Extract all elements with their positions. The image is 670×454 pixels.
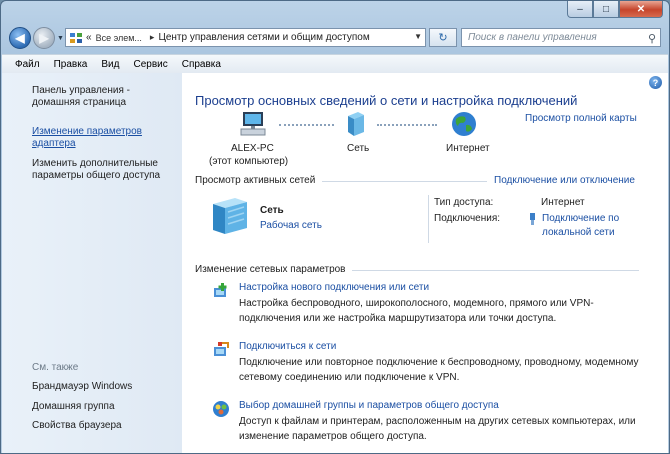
internet-label: Интернет bbox=[446, 143, 490, 154]
forward-button[interactable]: ▶ bbox=[33, 27, 55, 49]
search-icon[interactable]: ⚲ bbox=[648, 31, 656, 48]
homegroup-icon bbox=[213, 401, 229, 417]
task-desc-connect-network: Подключение или повторное подключение к … bbox=[239, 357, 639, 383]
breadcrumb-prefix[interactable]: « bbox=[86, 32, 92, 43]
menu-file[interactable]: Файл bbox=[15, 59, 40, 70]
sidebar-adapter-settings-link[interactable]: Изменение параметров адаптера bbox=[32, 126, 142, 150]
help-icon[interactable]: ? bbox=[649, 76, 662, 89]
connect-network-icon bbox=[214, 342, 229, 356]
vertical-divider bbox=[428, 195, 429, 243]
page-title: Просмотр основных сведений о сети и наст… bbox=[195, 93, 578, 108]
breadcrumb-arrow-icon[interactable]: ▸ bbox=[150, 32, 155, 43]
recent-pages-dropdown[interactable]: ▼ bbox=[57, 35, 64, 42]
network-type-link[interactable]: Рабочая сеть bbox=[260, 220, 322, 231]
map-link-line bbox=[377, 124, 437, 126]
homegroup-link[interactable]: Домашняя группа bbox=[32, 401, 115, 413]
menu-view[interactable]: Вид bbox=[101, 59, 119, 70]
section-divider bbox=[352, 270, 639, 271]
search-input[interactable]: Поиск в панели управления ⚲ bbox=[461, 28, 661, 47]
task-title-connect-network[interactable]: Подключиться к сети bbox=[239, 341, 336, 352]
task-title-new-connection[interactable]: Настройка нового подключения или сети bbox=[239, 282, 429, 293]
sidebar-sharing-settings-link[interactable]: Изменить дополнительные параметры общего… bbox=[32, 158, 160, 182]
task-desc-new-connection: Настройка беспроводного, широкополосного… bbox=[239, 298, 594, 324]
section-divider bbox=[322, 181, 487, 182]
network-center-icon bbox=[70, 32, 82, 43]
internet-globe-icon bbox=[452, 112, 476, 136]
back-button[interactable]: ◀ bbox=[9, 27, 31, 49]
connect-disconnect-link[interactable]: Подключение или отключение bbox=[494, 175, 635, 186]
ethernet-icon bbox=[530, 213, 535, 225]
computer-name: ALEX-PC bbox=[231, 143, 274, 154]
work-network-icon bbox=[213, 198, 247, 234]
full-map-link[interactable]: Просмотр полной карты bbox=[525, 113, 637, 124]
menu-bar: Файл Правка Вид Сервис Справка bbox=[2, 54, 668, 74]
menu-edit[interactable]: Правка bbox=[54, 59, 88, 70]
active-network-name: Сеть bbox=[260, 205, 284, 216]
new-connection-icon bbox=[214, 283, 227, 297]
see-also-heading: См. также bbox=[32, 362, 79, 373]
active-networks-heading: Просмотр активных сетей bbox=[195, 175, 316, 186]
maximize-button[interactable]: □ bbox=[593, 1, 619, 18]
browser-properties-link[interactable]: Свойства браузера bbox=[32, 420, 122, 432]
access-type-value: Интернет bbox=[541, 197, 585, 208]
lan-connection-link-2[interactable]: локальной сети bbox=[542, 227, 615, 238]
map-link-line bbox=[279, 124, 334, 126]
connections-label: Подключения: bbox=[434, 213, 501, 224]
network-icon bbox=[348, 112, 364, 136]
lan-connection-link-1[interactable]: Подключение по bbox=[542, 213, 619, 224]
main-content: ? Просмотр основных сведений о сети и на… bbox=[182, 73, 668, 453]
network-label: Сеть bbox=[347, 143, 370, 154]
window: – □ ✕ ◀ ▶ ▼ « Все элем... ▸ Центр управл… bbox=[0, 0, 670, 454]
computer-icon bbox=[240, 112, 266, 136]
change-settings-heading: Изменение сетевых параметров bbox=[195, 264, 346, 275]
menu-help[interactable]: Справка bbox=[182, 59, 221, 70]
menu-tools[interactable]: Сервис bbox=[133, 59, 167, 70]
caption-buttons: – □ ✕ bbox=[567, 1, 663, 18]
access-type-label: Тип доступа: bbox=[434, 197, 494, 208]
search-placeholder: Поиск в панели управления bbox=[468, 32, 597, 43]
sidebar-home-link[interactable]: Панель управления - домашняя страница bbox=[32, 85, 130, 109]
address-bar[interactable]: « Все элем... ▸ Центр управления сетями … bbox=[65, 28, 426, 47]
sidebar: Панель управления - домашняя страница Из… bbox=[2, 73, 182, 453]
firewall-link[interactable]: Брандмауэр Windows bbox=[32, 381, 132, 393]
breadcrumb-item-all[interactable]: Все элем... bbox=[96, 33, 142, 43]
close-button[interactable]: ✕ bbox=[619, 1, 663, 18]
task-title-homegroup[interactable]: Выбор домашней группы и параметров общег… bbox=[239, 400, 499, 411]
refresh-button[interactable]: ↻ bbox=[429, 28, 457, 47]
navigation-bar: ◀ ▶ ▼ « Все элем... ▸ Центр управления с… bbox=[1, 25, 669, 53]
breadcrumb-item-current[interactable]: Центр управления сетями и общим доступом bbox=[158, 32, 369, 43]
minimize-button[interactable]: – bbox=[567, 1, 593, 18]
address-dropdown-icon[interactable]: ▼ bbox=[414, 32, 422, 41]
computer-subtitle: (этот компьютер) bbox=[209, 156, 289, 167]
task-desc-homegroup: Доступ к файлам и принтерам, расположенн… bbox=[239, 416, 636, 442]
